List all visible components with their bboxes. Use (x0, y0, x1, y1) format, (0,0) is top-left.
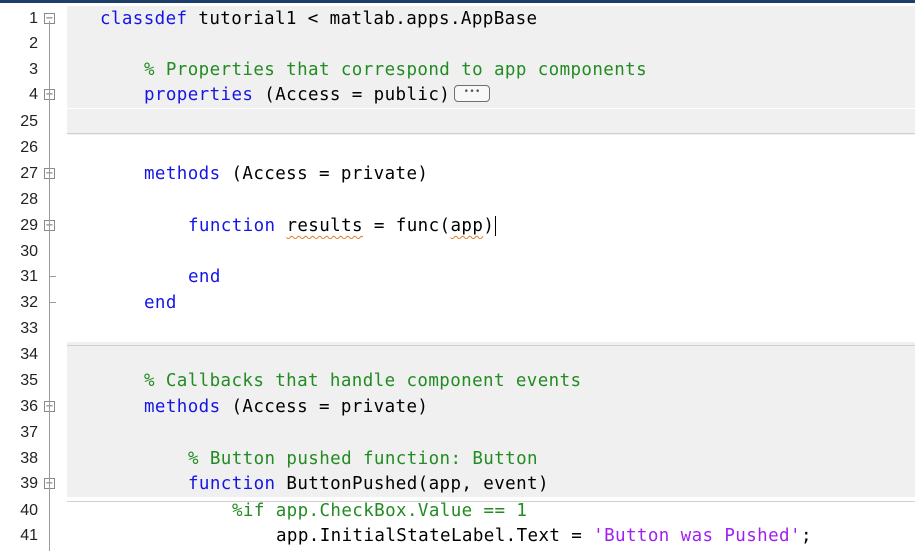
fold-end-marker (49, 302, 56, 303)
line-number: 32 (20, 294, 38, 311)
code-line[interactable]: 26 (0, 135, 915, 161)
line-number: 39 (20, 475, 38, 492)
code-line[interactable]: 36−methods (Access = private) (0, 394, 915, 420)
keyword-token: classdef (100, 9, 188, 29)
code-line[interactable]: 37 (0, 420, 915, 446)
code-text[interactable]: app.InitialStateLabel.Text = 'Button was… (276, 526, 812, 546)
code-line[interactable]: 4+properties (Access = public)••• (0, 82, 915, 108)
section-divider (67, 345, 915, 346)
code-line[interactable]: 31 end (0, 264, 915, 290)
code-token: ) (483, 216, 495, 236)
line-number: 25 (20, 113, 38, 130)
line-number: 27 (20, 165, 38, 182)
code-line[interactable]: 30 (0, 239, 915, 265)
code-line[interactable]: 1− classdef tutorial1 < matlab.apps.AppBa… (0, 6, 915, 32)
code-text[interactable]: methods (Access = private) (144, 164, 428, 184)
keyword-token: function (188, 474, 276, 494)
line-number: 31 (20, 268, 38, 285)
line-number: 34 (20, 346, 38, 363)
code-token: (Access = private) (220, 397, 429, 417)
line-number: 4 (29, 86, 38, 103)
code-text[interactable]: % Button pushed function: Button (188, 449, 538, 469)
code-line[interactable]: 39−function ButtonPushed(app, event) (0, 471, 915, 497)
code-text[interactable]: classdef tutorial1 < matlab.apps.AppBase (100, 9, 537, 29)
comment-token: % Callbacks that handle component events (144, 371, 582, 391)
code-token: tutorial1 < matlab.apps.AppBase (187, 9, 538, 29)
code-text[interactable]: % Properties that correspond to app comp… (144, 60, 647, 80)
code-token: ; (800, 526, 812, 546)
code-line[interactable]: 27−methods (Access = private) (0, 161, 915, 187)
line-number: 41 (20, 527, 38, 544)
code-line-background (67, 316, 915, 342)
code-line[interactable]: 38 % Button pushed function: Button (0, 446, 915, 472)
code-line-background (67, 109, 915, 135)
code-line[interactable]: 28 (0, 187, 915, 213)
fold-end-marker (49, 276, 56, 277)
code-line[interactable]: 41 app.InitialStateLabel.Text = 'Button w… (0, 523, 915, 549)
code-line[interactable]: 2 (0, 31, 915, 57)
code-text[interactable]: properties (Access = public) ••• (144, 84, 491, 105)
code-text[interactable]: end (188, 267, 221, 287)
text-cursor (495, 216, 497, 236)
code-line-background (67, 187, 915, 213)
code-line[interactable]: 33 (0, 316, 915, 342)
code-text[interactable]: %if app.CheckBox.Value == 1 (232, 501, 527, 521)
code-token: (Access = private) (220, 164, 429, 184)
keyword-token: end (144, 293, 177, 313)
comment-token: % Button pushed function: Button (188, 449, 538, 469)
keyword-token: function (188, 216, 276, 236)
code-token: app (450, 216, 484, 236)
comment-token: %if app.CheckBox.Value == 1 (232, 501, 528, 521)
string-token: 'Button was Pushed' (593, 526, 801, 546)
code-line[interactable]: 35 % Callbacks that handle component even… (0, 368, 915, 394)
code-line-background (67, 420, 915, 446)
code-text[interactable]: function results = func(app) (188, 216, 497, 236)
line-number: 28 (20, 191, 38, 208)
code-text[interactable]: % Callbacks that handle component events (144, 371, 581, 391)
code-line[interactable]: 3 % Properties that correspond to app com… (0, 57, 915, 83)
code-token: (Access = public) (253, 85, 451, 105)
line-number: 29 (20, 217, 38, 234)
line-number: 30 (20, 243, 38, 260)
code-token: ButtonPushed(app, event) (275, 474, 549, 494)
code-line[interactable]: 32 end (0, 290, 915, 316)
line-number: 35 (20, 372, 38, 389)
code-text[interactable]: end (144, 293, 177, 313)
code-line-background (67, 31, 915, 57)
code-line-background (67, 239, 915, 265)
line-number: 36 (20, 398, 38, 415)
code-line-background (67, 135, 915, 161)
code-editor[interactable]: 1− classdef tutorial1 < matlab.apps.AppBa… (0, 3, 915, 551)
code-text[interactable]: methods (Access = private) (144, 397, 428, 417)
keyword-token: methods (144, 164, 221, 184)
line-number: 40 (20, 502, 38, 519)
code-line[interactable]: 29−function results = func(app) (0, 213, 915, 239)
code-token: app.InitialStateLabel.Text = (276, 526, 594, 546)
section-divider (67, 501, 915, 502)
code-line[interactable]: 25 (0, 109, 915, 135)
section-divider (67, 133, 915, 134)
line-number: 33 (20, 320, 38, 337)
line-number: 3 (29, 61, 38, 78)
line-number: 26 (20, 139, 38, 156)
keyword-token: methods (144, 397, 221, 417)
code-token: results (286, 216, 363, 236)
code-token: = func( (363, 216, 451, 236)
keyword-token: properties (144, 85, 254, 105)
line-number: 2 (29, 35, 38, 52)
line-number: 38 (20, 450, 38, 467)
code-line-background (67, 290, 915, 316)
keyword-token: end (188, 267, 221, 287)
line-number: 37 (20, 424, 38, 441)
line-number: 1 (29, 10, 38, 27)
code-text[interactable]: function ButtonPushed(app, event) (188, 474, 549, 494)
fold-guide-line (49, 21, 50, 551)
collapsed-code-expand-button[interactable]: ••• (454, 84, 491, 102)
comment-token: % Properties that correspond to app comp… (144, 60, 648, 80)
